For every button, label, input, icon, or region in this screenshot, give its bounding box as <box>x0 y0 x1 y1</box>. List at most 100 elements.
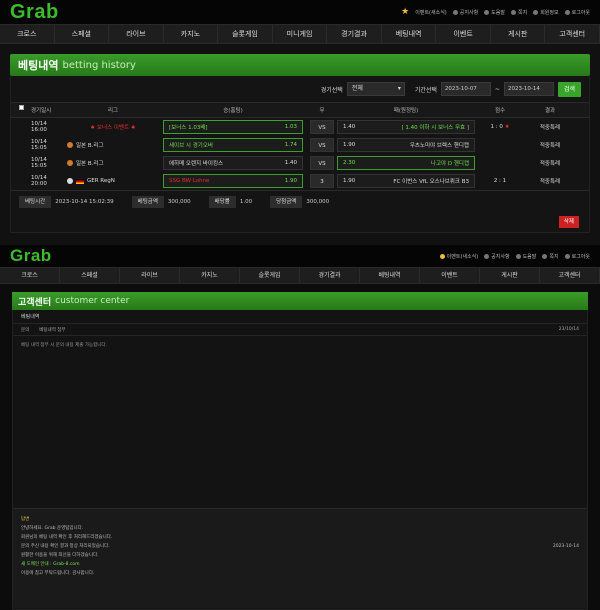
top-link-label: 공지사항 <box>459 9 479 16</box>
row-time: 10/14 15:05 <box>31 139 47 151</box>
section-title: 베팅내역 <box>18 59 59 72</box>
nav-minigame[interactable]: 미니게임 <box>273 25 328 43</box>
top-link-notice[interactable]: 공지사항 <box>452 9 479 16</box>
nav-support[interactable]: 고객센터 <box>540 268 600 283</box>
score-value: 1 : 0 <box>490 124 503 130</box>
away-team: 우츠노미야 브렉스 핸디캡 <box>409 143 469 149</box>
site-logo[interactable]: Grab <box>10 246 52 266</box>
row-result: 적중특례 <box>539 125 561 131</box>
star-icon: ★ <box>401 7 410 17</box>
nav-betting-history[interactable]: 베팅내역 <box>382 25 437 43</box>
nav-special[interactable]: 스페셜 <box>55 25 110 43</box>
reply-line: 안녕하세요. Grab 운영팀입니다. <box>21 526 84 531</box>
nav-casino[interactable]: 카지노 <box>164 25 219 43</box>
reply-line: 문의 주신 내용 확인 결과 정상 처리되었습니다. <box>21 544 110 549</box>
row-time: 10/14 20:00 <box>31 175 47 187</box>
site-logo[interactable]: Grab <box>10 1 59 24</box>
home-bet[interactable]: [보너스 1.03배] 1.03 <box>163 120 303 134</box>
top-link-help[interactable]: 도움말 <box>515 253 536 260</box>
filter-bar: 경기선택 전체 ▾ 기간선택 2023-10-07 ~ 2023-10-14 검… <box>11 76 589 102</box>
top-link-label: 이벤트(새소식) <box>446 253 479 260</box>
home-bet[interactable]: 세이브 시 경기오버 1.74 <box>163 138 303 152</box>
row-result: 적중특례 <box>539 161 561 167</box>
nav-special[interactable]: 스페셜 <box>60 268 120 283</box>
nav-live[interactable]: 라이브 <box>120 268 180 283</box>
message-icon <box>542 253 548 259</box>
top-link-event[interactable]: 이벤트(새소식) <box>439 253 479 260</box>
nav-betting-history[interactable]: 베팅내역 <box>360 268 420 283</box>
top-link-profile[interactable]: 회원정보 <box>533 9 559 16</box>
game-select-value: 전체 <box>351 85 363 92</box>
top-link-notice[interactable]: 공지사항 <box>484 253 510 260</box>
home-bet[interactable]: SSG BW Lohne 1.90 <box>163 174 303 188</box>
nav-support[interactable]: 고객센터 <box>545 25 600 43</box>
nav-results[interactable]: 경기결과 <box>327 25 382 43</box>
draw-bet[interactable]: VS <box>310 120 334 134</box>
support-row-text: 베팅내역 첨부 <box>39 327 66 333</box>
reply-date: 2023-10-14 <box>552 544 579 549</box>
league-name: 일본 B.리그 <box>76 161 104 167</box>
row-league: 일본 B.리그 <box>63 159 159 167</box>
support-subject: 베팅내역 <box>13 310 587 324</box>
nav-slot[interactable]: 슬롯게임 <box>218 25 273 43</box>
top-link-logout[interactable]: 로그아웃 <box>564 9 590 16</box>
site-header: Grab 이벤트(새소식) 공지사항 도움말 쪽지 로그아웃 <box>0 245 600 267</box>
nav-board[interactable]: 게시판 <box>480 268 540 283</box>
home-team: 에히메 오렌지 바이킹스 <box>169 161 224 167</box>
game-select[interactable]: 전체 ▾ <box>346 82 405 96</box>
top-link-message[interactable]: 쪽지 <box>542 253 559 260</box>
away-bet[interactable]: 1.90 우츠노미야 브렉스 핸디캡 <box>337 138 475 152</box>
table-row: 10/14 20:00 GER RegN SSG BW Lohne 1.90 3 … <box>11 172 589 190</box>
home-odd: 1.74 <box>284 142 297 148</box>
nav-slot[interactable]: 슬롯게임 <box>240 268 300 283</box>
away-odd: 1.90 <box>343 178 356 184</box>
draw-bet[interactable]: VS <box>310 138 334 152</box>
top-link-event[interactable]: 이벤트(새소식) <box>415 9 447 16</box>
nav-cross[interactable]: 크로스 <box>0 268 60 283</box>
row-league: ♠ 보너스 이벤트 ♠ <box>90 125 136 131</box>
nav-event[interactable]: 이벤트 <box>420 268 480 283</box>
top-links: ★ 이벤트(새소식) 공지사항 도움말 쪽지 회원정보 로그아웃 <box>401 7 590 17</box>
top-link-help[interactable]: 도움말 <box>484 9 505 16</box>
help-icon <box>515 253 521 259</box>
reply-domain-notice: 새 도메인 안내 : Grab-8.com <box>21 562 80 567</box>
nav-live[interactable]: 라이브 <box>109 25 164 43</box>
away-bet[interactable]: 1.90 FC 이번스 VfL 오스나브뤼크 B3 <box>337 174 475 188</box>
betting-history-panel: Grab ★ 이벤트(새소식) 공지사항 도움말 쪽지 회원정보 로그아웃 크로… <box>0 0 600 245</box>
nav-casino[interactable]: 카지노 <box>180 268 240 283</box>
away-bet[interactable]: 1.40 [ 1.40 이하 시 보너스 무효 ] <box>337 120 475 134</box>
date-from-input[interactable]: 2023-10-07 <box>440 82 491 96</box>
nav-event[interactable]: 이벤트 <box>436 25 491 43</box>
reply-line: 원활한 이용을 위해 최선을 다하겠습니다. <box>21 553 99 558</box>
user-icon <box>533 9 539 15</box>
table-row: 10/14 15:05 일본 B.리그 세이브 시 경기오버 1.74 VS 1.… <box>11 136 589 154</box>
away-team: [ 1.40 이하 시 보너스 무효 ] <box>401 125 469 131</box>
date-to-input[interactable]: 2023-10-14 <box>503 82 554 96</box>
col-draw: 무 <box>319 108 325 114</box>
row-score: 2 : 1 <box>493 178 507 184</box>
league-name: GER RegN <box>87 178 115 184</box>
top-link-message[interactable]: 쪽지 <box>510 9 527 16</box>
section-title: 고객센터 <box>18 297 52 308</box>
chevron-down-icon: ▾ <box>397 85 401 92</box>
select-all-checkbox[interactable] <box>19 105 24 110</box>
support-row[interactable]: 문의 베팅내역 첨부 23/10/14 <box>13 324 587 336</box>
nav-board[interactable]: 게시판 <box>491 25 546 43</box>
away-team: 나고야 D 핸디캡 <box>430 161 469 167</box>
nav-results[interactable]: 경기결과 <box>300 268 360 283</box>
home-bet[interactable]: 에히메 오렌지 바이킹스 1.40 <box>163 156 303 170</box>
top-links: 이벤트(새소식) 공지사항 도움말 쪽지 로그아웃 <box>439 253 590 260</box>
draw-bet[interactable]: VS <box>310 156 334 170</box>
site-header: Grab ★ 이벤트(새소식) 공지사항 도움말 쪽지 회원정보 로그아웃 <box>0 0 600 24</box>
row-actions: 삭제 <box>11 212 589 232</box>
draw-bet[interactable]: 3 <box>310 174 334 188</box>
top-link-logout[interactable]: 로그아웃 <box>564 253 590 260</box>
search-button[interactable]: 검색 <box>557 81 581 97</box>
logout-icon <box>564 9 570 15</box>
col-away: 패(원정팀) <box>393 108 419 114</box>
support-reply: 답변 안녕하세요. Grab 운영팀입니다. 회원님의 베팅 내역 확인 후 처… <box>13 508 587 608</box>
home-odd: 1.90 <box>284 178 297 184</box>
nav-cross[interactable]: 크로스 <box>0 25 55 43</box>
delete-button[interactable]: 삭제 <box>558 216 579 228</box>
away-bet[interactable]: 2.30 나고야 D 핸디캡 <box>337 156 475 170</box>
